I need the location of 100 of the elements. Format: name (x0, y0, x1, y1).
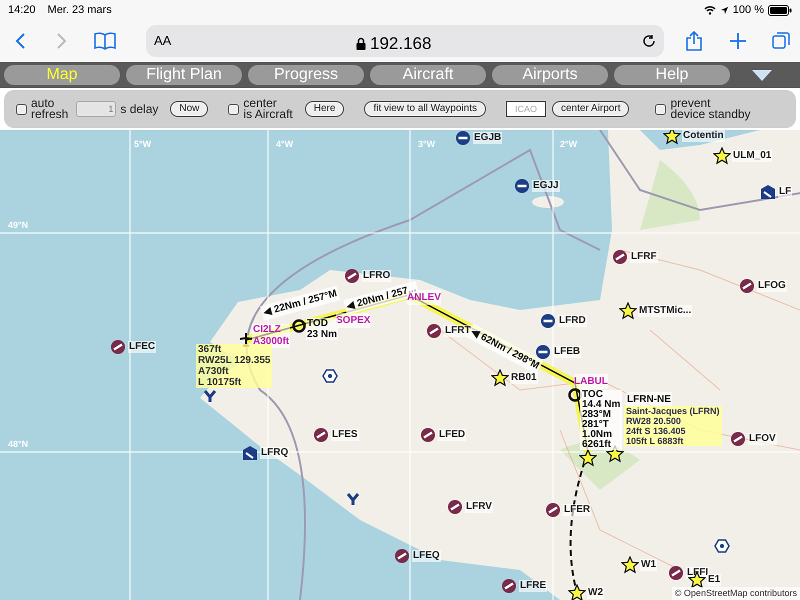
marker-label: LFER (563, 504, 592, 516)
marker-label: LFEQ (412, 550, 441, 562)
now-button[interactable]: Now (170, 101, 208, 117)
airport-icon[interactable] (394, 548, 410, 564)
nav-tab[interactable]: Map (4, 65, 120, 85)
marker-label: RB01 (510, 372, 538, 384)
fit-waypoints-button[interactable]: fit view to all Waypoints (364, 101, 486, 117)
here-button[interactable]: Here (304, 101, 344, 117)
airport-icon[interactable] (612, 249, 628, 265)
shield-icon[interactable] (760, 184, 776, 200)
marker-label: ULM_01 (732, 150, 772, 162)
airport-info-box: 367ft RW25L 129.355 A730ft L 10175ft (196, 344, 272, 388)
marker-label: EGJB (473, 132, 502, 144)
airport-icon[interactable] (668, 565, 684, 581)
toc-info-box: TOC 14.4 Nm 283°M 281°T 1.0Nm 6261ft (580, 390, 622, 450)
airport-icon[interactable] (545, 502, 561, 518)
airport-icon[interactable] (344, 268, 360, 284)
marker-label: LFED (438, 429, 466, 441)
date-text: Mer. 23 mars (48, 2, 112, 18)
airport-icon[interactable] (501, 578, 517, 594)
waypoint-label: SOPEX (336, 313, 370, 328)
airport-info-box: Saint-Jacques (LFRN) RW28 20.500 24ft S 136.405 105ft L 6883ft (624, 406, 722, 446)
marker-label: Cotentin (682, 130, 725, 142)
marker-label: LFRQ (260, 447, 290, 459)
star-icon[interactable] (621, 556, 639, 574)
tabs-icon[interactable] (772, 32, 790, 50)
map-attribution: © OpenStreetMap contributors (672, 586, 800, 600)
marker-label: LFRF (630, 251, 658, 263)
airport-icon[interactable] (313, 427, 329, 443)
graticule-label: 3°W (418, 138, 436, 151)
star-icon[interactable] (619, 302, 637, 320)
marker-label: LFEC (128, 341, 156, 353)
marker-label: LF (778, 186, 792, 198)
star-icon[interactable] (568, 584, 586, 600)
marker-label: LFRD (558, 315, 587, 327)
back-icon[interactable] (14, 32, 26, 50)
marker-label: W2 (587, 587, 604, 599)
center-airport-button[interactable]: center Airport (552, 101, 630, 117)
marker-label: LFRV (465, 501, 493, 513)
text-size-button[interactable]: AA (154, 31, 172, 51)
graticule-label: 2°W (560, 138, 578, 151)
airport-icon[interactable] (730, 431, 746, 447)
clock-time: 14:20 (8, 2, 36, 18)
dropdown-triangle-icon[interactable] (752, 70, 772, 80)
checkbox-label: auto refresh (31, 98, 68, 120)
airport-icon[interactable] (739, 278, 755, 294)
battery-icon (768, 4, 792, 16)
marker-label: LFRO (362, 270, 392, 282)
airport-icon[interactable] (420, 427, 436, 443)
airport-icon[interactable] (110, 339, 126, 355)
marker-label: W1 (640, 559, 657, 571)
airfield-icon[interactable] (455, 130, 471, 146)
hexagon-beacon-icon[interactable] (714, 538, 730, 554)
graticule-label: 4°W (276, 138, 294, 151)
star-icon[interactable] (713, 147, 731, 165)
y-beacon-icon[interactable] (345, 491, 361, 507)
airport-icon[interactable] (447, 499, 463, 515)
marker-label: E1 (707, 574, 722, 586)
airport-icon[interactable] (426, 323, 442, 339)
book-icon[interactable] (94, 32, 116, 50)
marker-label: LFEB (553, 346, 582, 358)
y-beacon-icon[interactable] (202, 388, 218, 404)
url-text: 192.168 (370, 33, 432, 55)
waypoint-label: LABUL (574, 374, 608, 389)
nav-tab[interactable]: Aircraft (370, 65, 486, 85)
nav-tab[interactable]: Airports (492, 65, 608, 85)
tod-circle-icon (292, 319, 306, 333)
marker-label: LFOG (757, 280, 787, 292)
airfield-icon[interactable] (514, 178, 530, 194)
nav-tab[interactable]: Progress (248, 65, 364, 85)
checkbox-label: center is Aircraft (243, 98, 293, 120)
marker-label: LFRT (444, 325, 472, 337)
star-icon[interactable] (491, 369, 509, 387)
marker-label: LFOV (748, 433, 777, 445)
reload-icon[interactable] (642, 34, 656, 48)
marker-label: LFES (331, 429, 359, 441)
checkbox[interactable] (16, 104, 27, 114)
nav-tab[interactable]: Help (614, 65, 730, 85)
graticule-label: 48°N (8, 438, 28, 451)
checkbox-label: prevent device standby (670, 98, 751, 120)
checkbox[interactable] (655, 104, 666, 114)
nav-tab[interactable]: Flight Plan (126, 65, 242, 85)
waypoint-label: LFRN-NE (626, 392, 672, 407)
icao-input[interactable]: ICAO (506, 101, 546, 117)
star-icon[interactable] (663, 130, 681, 145)
wifi-icon (704, 5, 716, 15)
graticule-label: 5°W (134, 138, 152, 151)
toc-circle-icon (568, 388, 582, 402)
hexagon-beacon-icon[interactable] (322, 368, 338, 384)
route-tag: CI2LZ (252, 324, 290, 336)
checkbox[interactable] (228, 104, 240, 114)
marker-label: MTSTMic... (638, 305, 692, 317)
star-icon[interactable] (579, 449, 597, 467)
delay-input[interactable]: 1 (76, 101, 116, 117)
share-icon[interactable] (686, 31, 702, 51)
shield-icon[interactable] (242, 445, 258, 461)
airfield-icon[interactable] (540, 313, 556, 329)
plus-icon[interactable] (730, 33, 746, 49)
delay-label: s delay (120, 104, 158, 114)
address-bar[interactable]: AA 192.168 (146, 25, 664, 57)
